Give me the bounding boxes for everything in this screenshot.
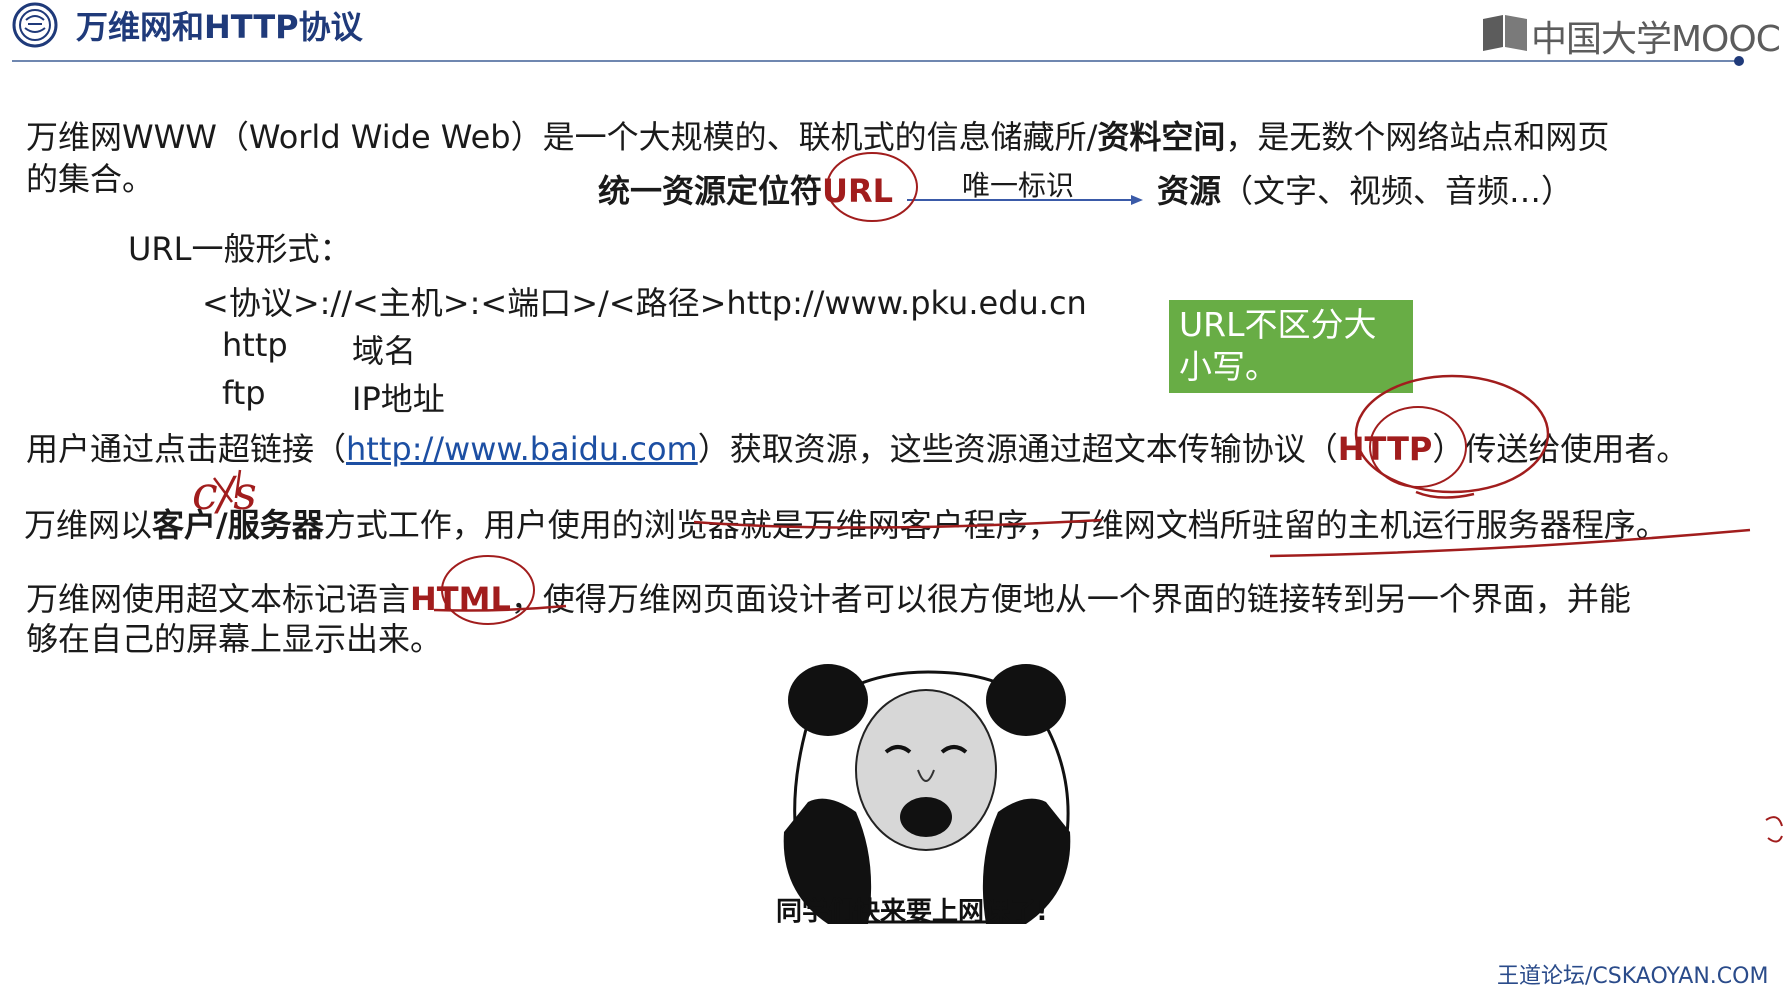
http-term: HTTP [1337, 430, 1433, 468]
intro-line-1: 万维网WWW（World Wide Web）是一个大规模的、联机式的信息储藏所/… [26, 112, 1609, 158]
arrow-icon [907, 195, 1143, 205]
proto-http: http [222, 326, 288, 364]
header-divider [12, 60, 1740, 62]
url-form-heading: URL一般形式： [128, 230, 352, 268]
url-label: 统一资源定位符URL [598, 166, 893, 212]
host-domain: 域名 [352, 332, 417, 370]
cs-prefix: 万维网以 [24, 506, 153, 544]
hyperlink-sentence: 用户通过点击超链接（http://www.baidu.com）获取资源，这些资源… [26, 424, 1688, 470]
url-form-pattern: <协议>://<主机>:<端口>/<路径>http://www.pku.edu.… [202, 284, 1087, 322]
cs-handwriting: c/s [192, 466, 257, 520]
url-label-bold: 统一资源定位符 [598, 172, 823, 210]
resource-bold: 资源 [1157, 172, 1222, 210]
cs-suffix: 方式工作，用户使用的浏览器就是万维网客户程序，万维网文档所驻留的主机运行服务器程… [323, 506, 1668, 544]
edge-scribble [1765, 816, 1783, 843]
host-ip: IP地址 [352, 380, 445, 418]
client-server-sentence: 万维网以客户/服务器方式工作，用户使用的浏览器就是万维网客户程序，万维网文档所驻… [24, 500, 1668, 546]
intro-prefix: 万维网WWW（World Wide Web）是一个大规模的、联机式的信息储藏所/ [26, 118, 1098, 156]
footer-watermark: 王道论坛/CSKAOYAN.COM [1497, 964, 1769, 989]
intro-suffix: ，是无数个网络站点和网页 [1225, 118, 1610, 156]
case-insensitive-note: URL不区分大小写。 [1169, 300, 1413, 393]
brand-logo-text: 中国大学MOOC [1531, 19, 1781, 60]
hyperlink-middle: ）获取资源，这些资源通过超文本传输协议（ [697, 430, 1338, 468]
resource-rest: （文字、视频、音频…） [1221, 172, 1574, 210]
intro-bold: 资料空间 [1097, 118, 1226, 156]
html-prefix: 万维网使用超文本标记语言 [26, 580, 411, 618]
university-logo [12, 2, 58, 48]
hyperlink-prefix: 用户通过点击超链接（ [26, 430, 347, 468]
html-sentence-line-2: 够在自己的屏幕上显示出来。 [26, 620, 443, 658]
intro-line-2: 的集合。 [26, 160, 155, 198]
mooc-logo-icon [1483, 15, 1527, 51]
url-label-red: URL [822, 172, 894, 210]
baidu-link[interactable]: http://www.baidu.com [346, 430, 698, 468]
resource-label: 资源（文字、视频、音频…） [1157, 166, 1573, 212]
http-underline [1415, 490, 1475, 499]
html-term: HTML [410, 580, 511, 618]
page-title: 万维网和HTTP协议 [76, 8, 363, 46]
meme-caption: 同学们快来要上网课了! [776, 897, 1048, 927]
html-suffix: ，使得万维网页面设计者可以很方便地从一个界面的链接转到另一个界面，并能 [510, 580, 1631, 618]
proto-ftp: ftp [222, 374, 266, 412]
hyperlink-suffix: ）传送给使用者。 [1432, 430, 1689, 468]
